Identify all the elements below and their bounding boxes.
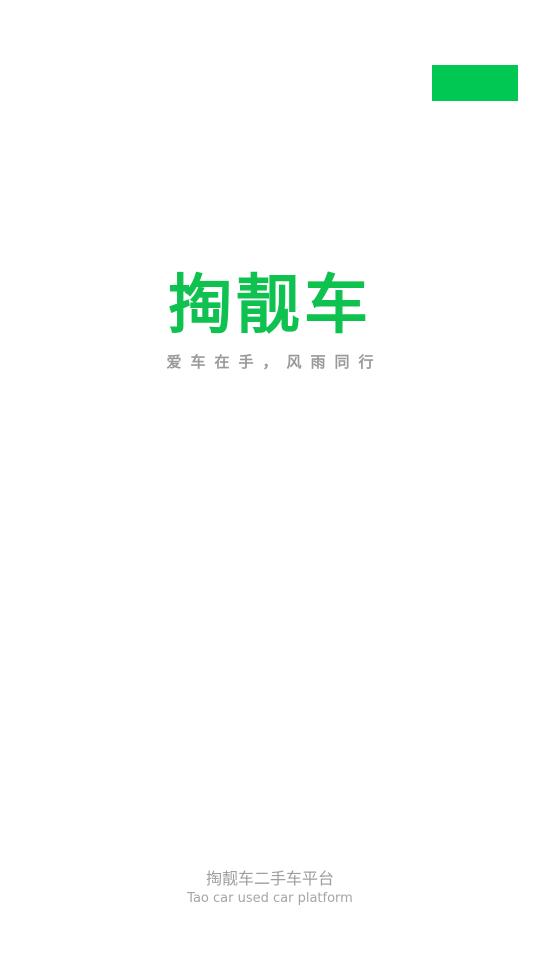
- footer-platform-name-en: Tao car used car platform: [187, 891, 353, 906]
- footer: 掏靓车二手车平台 Tao car used car platform: [0, 869, 540, 907]
- footer-platform-name-cn: 掏靓车二手车平台: [205, 869, 334, 888]
- brand-slogan: 爱车在手，风雨同行: [166, 353, 383, 371]
- skip-button[interactable]: [432, 65, 518, 101]
- brand-title: 掏靓车: [168, 269, 372, 343]
- brand-block: 掏靓车 爱车在手，风雨同行: [0, 268, 540, 372]
